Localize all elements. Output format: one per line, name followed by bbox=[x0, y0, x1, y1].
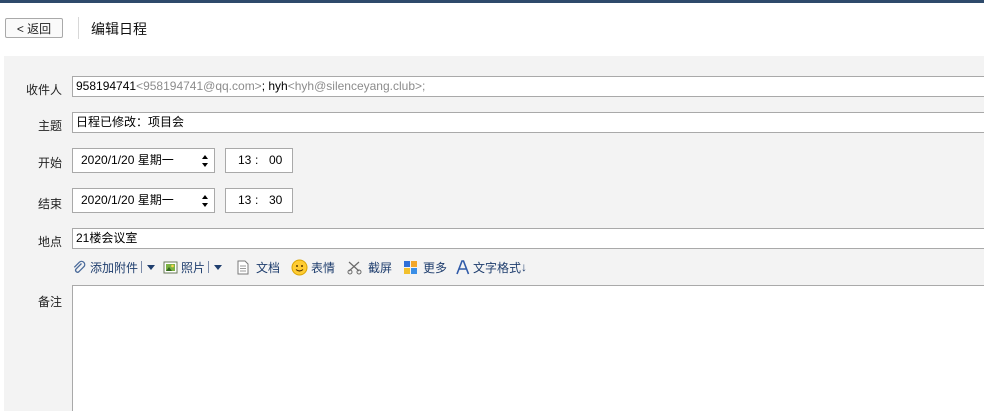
text-format-label: 文字格式 bbox=[473, 260, 522, 275]
time-colon: : bbox=[255, 193, 259, 207]
grid-icon bbox=[404, 260, 417, 274]
scissors-icon bbox=[347, 261, 362, 274]
subject-input[interactable]: 日程已修改：项目会 bbox=[72, 112, 984, 133]
text-format-arrow: ↓ bbox=[521, 260, 528, 274]
text-format-icon bbox=[456, 259, 470, 274]
more-button[interactable]: 更多 bbox=[403, 257, 447, 277]
smiley-icon bbox=[291, 259, 308, 275]
header-divider bbox=[78, 17, 79, 39]
paperclip-icon bbox=[73, 260, 86, 273]
start-time-field[interactable]: 13 : 00 bbox=[225, 148, 293, 173]
location-label: 地点 bbox=[37, 235, 62, 249]
screenshot-label: 截屏 bbox=[368, 260, 393, 275]
recipient-email: <hyh@silenceyang.club> bbox=[287, 79, 423, 93]
photo-button[interactable]: 照片 bbox=[163, 257, 223, 277]
editor-toolbar: 添加附件 照片 文档 表情 截屏 更多 文字格式 ↓ bbox=[72, 257, 984, 277]
notes-textarea[interactable] bbox=[72, 285, 984, 411]
screenshot-button[interactable]: 截屏 bbox=[347, 257, 392, 277]
time-colon: : bbox=[255, 153, 259, 167]
attach-label: 添加附件 bbox=[90, 260, 139, 275]
end-hour[interactable]: 13 bbox=[238, 189, 251, 212]
recipients-label: 收件人 bbox=[25, 83, 62, 97]
end-date-select[interactable]: 2020/1/20 星期一 bbox=[72, 188, 215, 213]
photo-label: 照片 bbox=[181, 260, 206, 275]
start-date-select[interactable]: 2020/1/20 星期一 bbox=[72, 148, 215, 173]
page-title: 编辑日程 bbox=[91, 21, 147, 37]
start-minute[interactable]: 00 bbox=[269, 149, 282, 172]
recipient-email: <958194741@qq.com> bbox=[136, 79, 262, 93]
attach-button[interactable]: 添加附件 bbox=[72, 257, 156, 277]
start-date-value: 2020/1/20 星期一 bbox=[81, 153, 174, 167]
recipient-trailing-separator: ; bbox=[422, 79, 426, 93]
header-bar: < 返回 编辑日程 bbox=[0, 3, 984, 56]
recipients-field[interactable]: 958194741<958194741@qq.com>; hyh<hyh@sil… bbox=[72, 76, 984, 97]
photo-dropdown-icon[interactable] bbox=[214, 264, 223, 270]
more-label: 更多 bbox=[423, 260, 448, 275]
back-button[interactable]: < 返回 bbox=[5, 18, 63, 38]
emoji-button[interactable]: 表情 bbox=[291, 257, 335, 277]
end-label: 结束 bbox=[37, 197, 62, 211]
select-arrows-icon bbox=[202, 195, 208, 207]
recipient-name[interactable]: hyh bbox=[268, 79, 287, 93]
document-button[interactable]: 文档 bbox=[235, 257, 280, 277]
subject-label: 主题 bbox=[37, 119, 62, 133]
end-date-value: 2020/1/20 星期一 bbox=[81, 193, 174, 207]
start-label: 开始 bbox=[37, 156, 62, 170]
end-time-field[interactable]: 13 : 30 bbox=[225, 188, 293, 213]
emoji-label: 表情 bbox=[311, 260, 336, 275]
location-input[interactable]: 21楼会议室 bbox=[72, 228, 984, 249]
select-arrows-icon bbox=[202, 155, 208, 167]
document-label: 文档 bbox=[256, 260, 281, 275]
document-icon bbox=[237, 260, 249, 274]
recipient-name[interactable]: 958194741 bbox=[76, 79, 136, 93]
notes-label: 备注 bbox=[37, 295, 62, 309]
start-hour[interactable]: 13 bbox=[238, 149, 251, 172]
toolbar-divider bbox=[208, 261, 210, 273]
text-format-button[interactable]: 文字格式 ↓ bbox=[455, 257, 527, 277]
end-minute[interactable]: 30 bbox=[269, 189, 282, 212]
toolbar-divider bbox=[141, 261, 143, 273]
attach-dropdown-icon[interactable] bbox=[147, 264, 156, 270]
photo-icon bbox=[163, 261, 178, 273]
